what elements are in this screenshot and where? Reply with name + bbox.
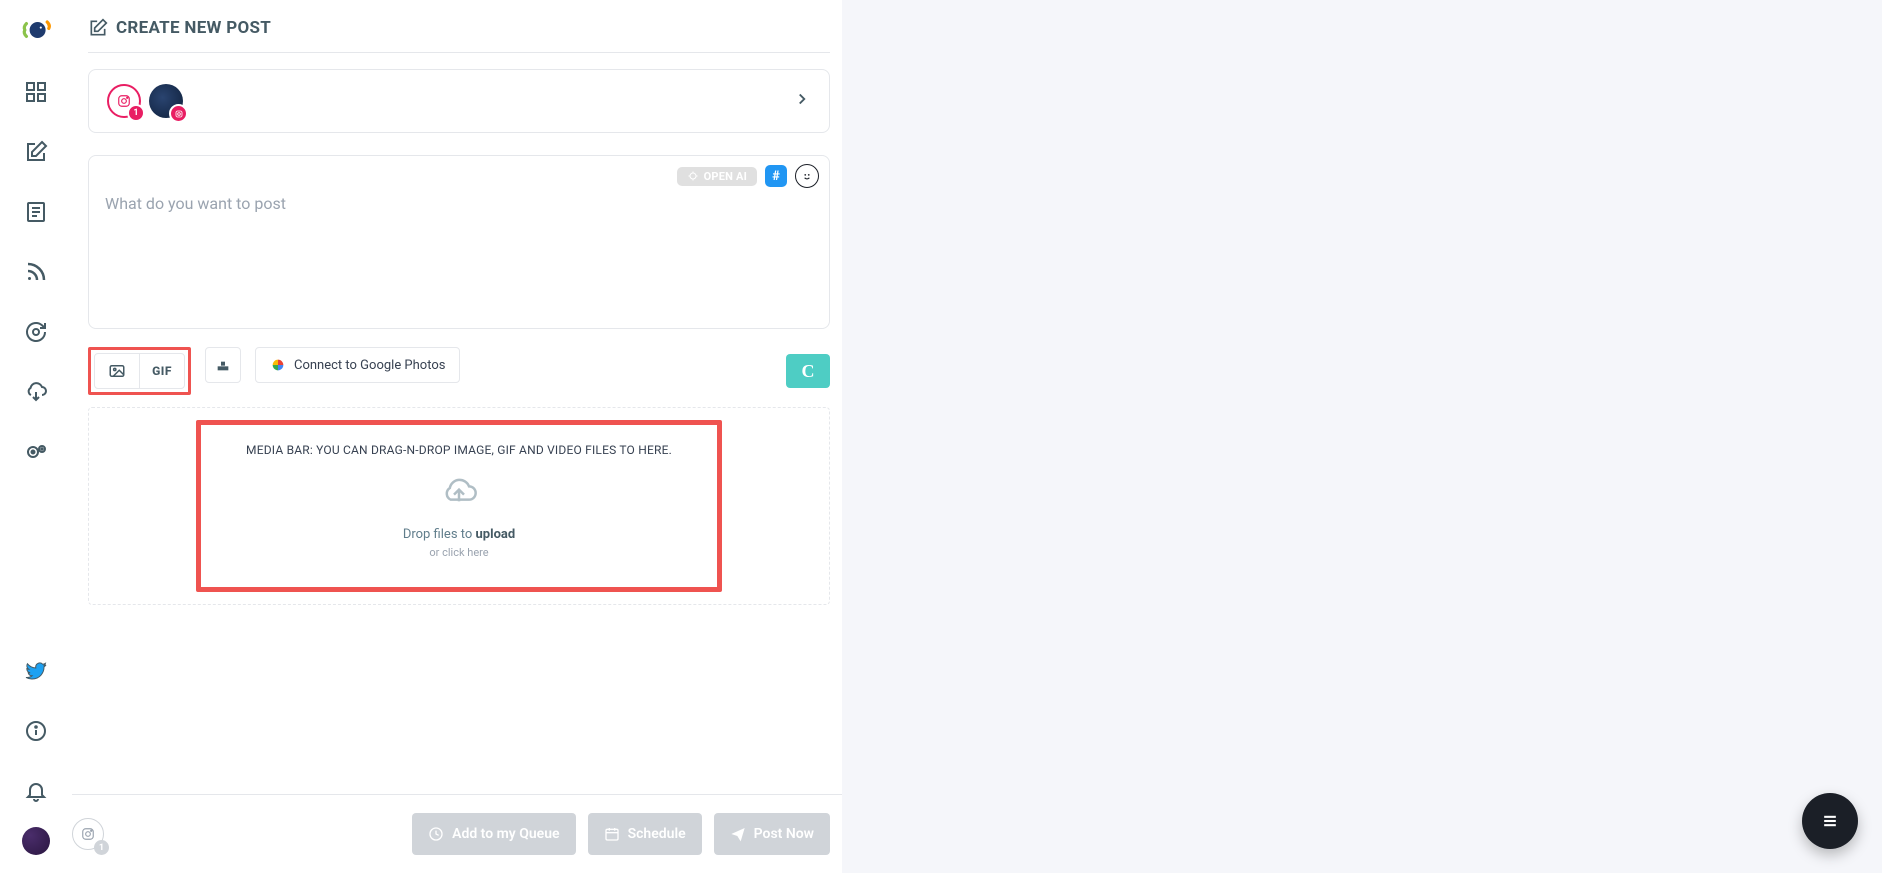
nav-recycle[interactable] [12, 308, 60, 356]
hashtag-button[interactable]: # [765, 165, 787, 187]
calendar-icon [604, 826, 620, 842]
footer-instagram-indicator[interactable]: 1 [72, 818, 104, 850]
compose-icon [88, 18, 108, 38]
instagram-badge-icon [169, 104, 188, 123]
highlight-dropzone: MEDIA BAR: YOU CAN DRAG-N-DROP IMAGE, GI… [196, 420, 722, 592]
dropzone-title: MEDIA BAR: YOU CAN DRAG-N-DROP IMAGE, GI… [246, 443, 672, 457]
dropzone-line-2: or click here [429, 546, 488, 559]
dropzone[interactable]: MEDIA BAR: YOU CAN DRAG-N-DROP IMAGE, GI… [88, 407, 830, 605]
app-logo [20, 14, 52, 46]
profile-count-badge: 1 [127, 104, 145, 122]
nav-posts[interactable] [12, 188, 60, 236]
compose-box: OPEN AI # [88, 155, 830, 329]
image-icon [108, 362, 126, 380]
google-photos-icon [270, 357, 286, 373]
nav-settings[interactable] [12, 428, 60, 476]
openai-icon [687, 170, 699, 182]
selected-profiles: 1 [107, 84, 183, 118]
gif-button[interactable]: GIF [139, 354, 184, 388]
nav-dashboard[interactable] [12, 68, 60, 116]
footer-bar: 1 Add to my Queue Schedule Post Now [72, 794, 842, 873]
add-to-queue-button[interactable]: Add to my Queue [412, 813, 575, 855]
google-photos-button[interactable]: Connect to Google Photos [255, 347, 460, 383]
openai-button[interactable]: OPEN AI [677, 167, 757, 186]
smile-icon [800, 169, 814, 183]
queue-icon [428, 826, 444, 842]
emoji-button[interactable] [795, 164, 819, 188]
preview-panel [842, 0, 1882, 873]
profile-selector-card[interactable]: 1 [88, 69, 830, 133]
user-avatar[interactable] [22, 827, 50, 855]
post-now-button[interactable]: Post Now [714, 813, 830, 855]
menu-icon [1820, 811, 1840, 831]
nav-rss[interactable] [12, 248, 60, 296]
profile-2[interactable] [149, 84, 183, 118]
chevron-right-icon [793, 90, 811, 112]
upload-file-button[interactable] [205, 347, 241, 383]
image-button[interactable] [95, 354, 139, 388]
main-panel: CREATE NEW POST 1 [72, 0, 842, 873]
cloud-upload-icon [431, 473, 487, 517]
canva-icon: C [802, 361, 815, 382]
media-toolbar: GIF Connect to Google Photos [88, 347, 830, 395]
nav-info[interactable] [12, 707, 60, 755]
help-fab[interactable] [1802, 793, 1858, 849]
nav-compose[interactable] [12, 128, 60, 176]
instagram-outline-icon [81, 827, 95, 841]
footer-count-badge: 1 [94, 840, 109, 855]
upload-icon [215, 357, 231, 373]
dropzone-line-1: Drop files to upload [403, 527, 515, 542]
schedule-button[interactable]: Schedule [588, 813, 702, 855]
canva-button[interactable]: C [786, 354, 830, 388]
nav-cloud[interactable] [12, 368, 60, 416]
page-title-text: CREATE NEW POST [116, 18, 271, 38]
page-title: CREATE NEW POST [88, 18, 830, 53]
nav-twitter[interactable] [12, 647, 60, 695]
send-icon [730, 826, 746, 842]
nav-notifications[interactable] [12, 767, 60, 815]
profile-1[interactable]: 1 [107, 84, 141, 118]
compose-toolbar: OPEN AI # [677, 164, 819, 188]
sidebar [0, 0, 72, 873]
highlight-media-buttons: GIF [88, 347, 191, 395]
